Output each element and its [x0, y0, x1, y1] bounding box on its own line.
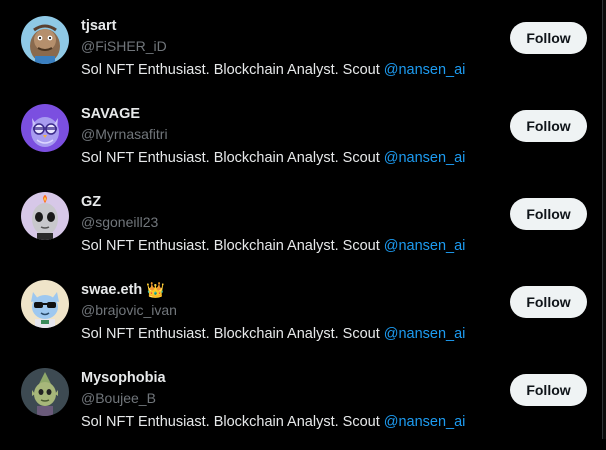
user-row-swae-eth[interactable]: swae.eth 👑 @brajovic_ivan Sol NFT Enthus…: [0, 274, 603, 362]
bio-text: Sol NFT Enthusiast. Blockchain Analyst. …: [81, 150, 384, 166]
user-handle[interactable]: @sgoneill23: [81, 214, 158, 230]
who-to-follow-list: tjsart @FiSHER_iD Sol NFT Enthusiast. Bl…: [0, 0, 603, 439]
cat-sunglasses-avatar-icon[interactable]: [21, 280, 69, 328]
user-display-name[interactable]: swae.eth: [81, 282, 142, 298]
user-handle[interactable]: @Myrnasafitri: [81, 126, 168, 142]
user-bio: Sol NFT Enthusiast. Blockchain Analyst. …: [81, 414, 465, 430]
bio-mention-link[interactable]: @nansen_ai: [384, 150, 466, 166]
user-row-tjsart[interactable]: tjsart @FiSHER_iD Sol NFT Enthusiast. Bl…: [0, 10, 603, 98]
bio-mention-link[interactable]: @nansen_ai: [384, 414, 466, 430]
ape-avatar-icon[interactable]: [21, 16, 69, 64]
bio-mention-link[interactable]: @nansen_ai: [384, 238, 466, 254]
user-row-gz[interactable]: GZ @sgoneill23 Sol NFT Enthusiast. Block…: [0, 186, 603, 274]
bio-text: Sol NFT Enthusiast. Blockchain Analyst. …: [81, 238, 384, 254]
owl-avatar-icon[interactable]: [21, 104, 69, 152]
user-handle[interactable]: @Boujee_B: [81, 390, 156, 406]
user-display-name[interactable]: tjsart: [81, 18, 116, 34]
follow-button[interactable]: Follow: [510, 198, 587, 230]
follow-button[interactable]: Follow: [510, 374, 587, 406]
bio-text: Sol NFT Enthusiast. Blockchain Analyst. …: [81, 62, 384, 78]
user-row-mysophobia[interactable]: Mysophobia @Boujee_B Sol NFT Enthusiast.…: [0, 362, 603, 450]
bio-text: Sol NFT Enthusiast. Blockchain Analyst. …: [81, 414, 384, 430]
bio-mention-link[interactable]: @nansen_ai: [384, 326, 466, 342]
alien-avatar-icon[interactable]: [21, 192, 69, 240]
bio-mention-link[interactable]: @nansen_ai: [384, 62, 466, 78]
crown-icon: 👑: [146, 281, 165, 299]
user-handle[interactable]: @FiSHER_iD: [81, 38, 167, 54]
follow-button[interactable]: Follow: [510, 22, 587, 54]
user-bio: Sol NFT Enthusiast. Blockchain Analyst. …: [81, 150, 465, 166]
bio-text: Sol NFT Enthusiast. Blockchain Analyst. …: [81, 326, 384, 342]
user-bio: Sol NFT Enthusiast. Blockchain Analyst. …: [81, 238, 465, 254]
user-display-name[interactable]: GZ: [81, 194, 101, 210]
user-display-name[interactable]: SAVAGE: [81, 106, 140, 122]
goblin-avatar-icon[interactable]: [21, 368, 69, 416]
user-bio: Sol NFT Enthusiast. Blockchain Analyst. …: [81, 62, 465, 78]
user-row-savage[interactable]: SAVAGE @Myrnasafitri Sol NFT Enthusiast.…: [0, 98, 603, 186]
follow-button[interactable]: Follow: [510, 110, 587, 142]
user-bio: Sol NFT Enthusiast. Blockchain Analyst. …: [81, 326, 465, 342]
user-display-name[interactable]: Mysophobia: [81, 370, 166, 386]
user-handle[interactable]: @brajovic_ivan: [81, 302, 177, 318]
follow-button[interactable]: Follow: [510, 286, 587, 318]
